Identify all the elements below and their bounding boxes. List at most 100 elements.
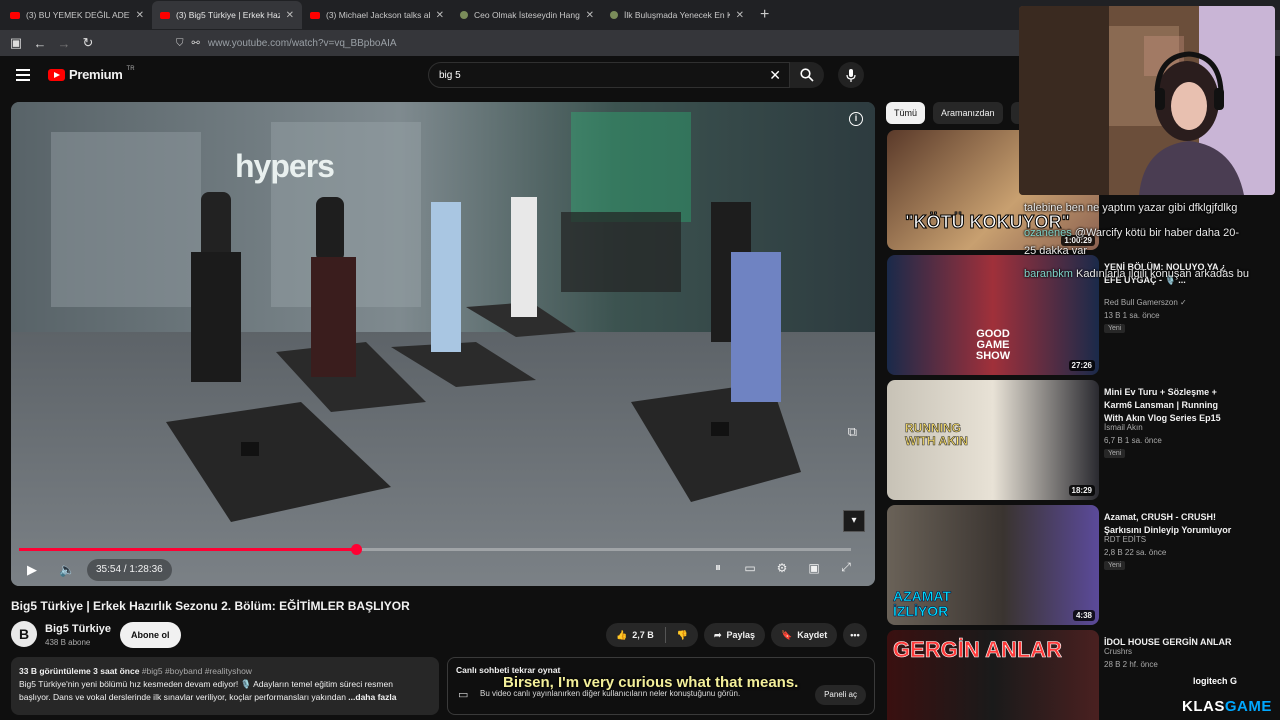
divider <box>664 627 666 643</box>
recommendation-item[interactable]: AZAMAT İZLİYOR 4:38 Azamat, CRUSH - CRUS… <box>887 505 1277 625</box>
video-meta: 28 B 2 hf. önce <box>1104 660 1158 669</box>
chat-text: 25 dakka var <box>1024 245 1087 257</box>
video-thumbnail[interactable]: AZAMAT İZLİYOR 4:38 <box>887 505 1099 625</box>
video-meta: 6,7 B 1 sa. önce <box>1104 436 1162 445</box>
tab-label: Ceo Olmak İsteseydin Hangi Dü <box>474 10 580 20</box>
browser-tab[interactable]: Ceo Olmak İsteseydin Hangi Dü ✕ <box>452 1 602 29</box>
progress-scrubber[interactable] <box>350 544 362 555</box>
url-text: www.youtube.com/watch?v=vq_BBpboAIA <box>207 37 397 49</box>
chat-username: baranbkm <box>1024 268 1073 280</box>
channel-name[interactable]: İsmail Akın <box>1104 423 1143 432</box>
tab-label: İlk Buluşmada Yenecek En Kötü <box>624 10 730 20</box>
subscribe-button[interactable]: Abone ol <box>120 622 181 648</box>
chat-username: ozanenes <box>1024 227 1072 239</box>
fullscreen-icon[interactable]: ⤢ <box>837 560 855 575</box>
browser-tab[interactable]: (3) BU YEMEK DEĞİL ADETA ŞÖ ✕ <box>2 1 152 29</box>
chat-text: Kadınlarla ilgili konuşan arkadas bu <box>1075 268 1250 280</box>
chip-from-search[interactable]: Aramanızdan <box>933 102 1003 124</box>
brand-part: GAME <box>1224 698 1272 715</box>
autoplay-toggle-icon[interactable]: ⏸ <box>709 560 727 575</box>
like-icon[interactable]: 👍 <box>616 630 627 641</box>
like-count[interactable]: 2,7 B <box>632 630 654 640</box>
share-button[interactable]: ➦ Paylaş <box>703 623 766 647</box>
thumbnail-text: RUNNING WITH AKIN <box>905 421 968 448</box>
duration-badge: 4:38 <box>1072 610 1095 621</box>
description-box[interactable]: 33 B görüntüleme 3 saat önce #big5 #boyb… <box>11 657 439 715</box>
new-badge: Yeni <box>1104 449 1126 458</box>
new-tab-button[interactable]: + <box>760 6 769 24</box>
globe-icon <box>460 11 468 19</box>
save-label: Kaydet <box>797 630 828 640</box>
channel-name[interactable]: Big5 Türkiye <box>45 623 111 635</box>
play-icon[interactable]: ▶ <box>27 562 37 578</box>
forward-icon[interactable]: → <box>52 36 76 51</box>
clear-icon[interactable]: ✕ <box>769 67 781 84</box>
like-dislike-group: 👍 2,7 B 👎 <box>606 623 698 647</box>
tab-label: (3) Big5 Türkiye | Erkek Hazırlık <box>176 10 280 20</box>
video-meta: 2,8 B 22 sa. önce <box>1104 548 1167 557</box>
workspace-icon[interactable]: ▣ <box>4 35 28 51</box>
new-badge: Yeni <box>1104 324 1126 333</box>
channel-avatar[interactable]: B <box>11 621 37 647</box>
close-icon[interactable]: ✕ <box>436 10 444 21</box>
youtube-logo[interactable]: Premium TR <box>48 65 135 82</box>
browser-tab[interactable]: (3) Michael Jackson talks about ✕ <box>302 1 452 29</box>
close-icon[interactable]: ✕ <box>286 10 294 21</box>
miniplayer-icon[interactable]: ⧉ <box>848 424 857 440</box>
streamer-webcam <box>1019 6 1275 195</box>
progress-bar[interactable] <box>19 544 851 555</box>
logo-text: Premium <box>69 67 123 82</box>
tab-label: (3) BU YEMEK DEĞİL ADETA ŞÖ <box>26 10 130 20</box>
channel-name[interactable]: Red Bull Gamerszon ✓ <box>1104 298 1187 307</box>
youtube-play-icon <box>48 68 65 81</box>
chip-all[interactable]: Tümü <box>886 102 926 124</box>
save-button[interactable]: 🔖 Kaydet <box>771 623 838 647</box>
browser-tab[interactable]: İlk Buluşmada Yenecek En Kötü ✕ <box>602 1 752 29</box>
video-title[interactable]: Mini Ev Turu + Sözleşme + Karm6 Lansman … <box>1104 386 1234 425</box>
reload-icon[interactable]: ↻ <box>76 35 100 51</box>
search-button[interactable] <box>790 62 824 88</box>
video-thumbnail[interactable]: GERGİN ANLAR <box>887 630 1099 720</box>
duration-badge: 27:26 <box>1068 360 1095 371</box>
address-bar[interactable]: ⛉ ⚯ www.youtube.com/watch?v=vq_BBpboAIA <box>176 33 1016 53</box>
video-thumbnail[interactable]: RUNNING WITH AKIN 18:29 <box>887 380 1099 500</box>
theater-mode-icon[interactable]: ▣ <box>805 561 823 575</box>
microphone-icon <box>846 68 856 82</box>
close-icon[interactable]: ✕ <box>736 10 744 21</box>
back-icon[interactable]: ← <box>28 36 52 51</box>
search-input[interactable]: big 5 ✕ <box>428 62 790 88</box>
subscriber-count: 438 B abone <box>45 638 91 647</box>
youtube-icon <box>160 11 170 19</box>
region-code: TR <box>126 65 135 72</box>
chat-text: talebine ben ne yaptım yazar gibi dfklgj… <box>1024 202 1238 214</box>
video-player[interactable]: hypers i ⧉ ▾ ▶ 🔈 35:54 / 1:28:36 ⏸ ▭ ⚙ ▣… <box>11 102 875 586</box>
info-icon[interactable]: i <box>849 112 863 126</box>
dislike-icon[interactable]: 👎 <box>677 630 688 641</box>
more-actions-button[interactable]: ••• <box>843 623 867 647</box>
video-title[interactable]: Azamat, CRUSH - CRUSH! Şarkısını Dinleyi… <box>1104 511 1234 537</box>
recommendation-item[interactable]: RUNNING WITH AKIN 18:29 Mini Ev Turu + S… <box>887 380 1277 500</box>
browser-tab-active[interactable]: (3) Big5 Türkiye | Erkek Hazırlık ✕ <box>152 1 302 29</box>
player-right-controls: ⏸ ▭ ⚙ ▣ ⤢ <box>709 560 855 575</box>
subtitles-icon[interactable]: ▭ <box>741 561 759 575</box>
open-panel-button[interactable]: Paneli aç <box>815 685 866 705</box>
close-icon[interactable]: ✕ <box>586 10 594 21</box>
thumbnail-text: AZAMAT İZLİYOR <box>893 588 952 619</box>
voice-search-button[interactable] <box>838 62 864 88</box>
volume-icon[interactable]: 🔈 <box>59 562 75 578</box>
video-meta: 13 B 1 sa. önce <box>1104 311 1160 320</box>
channel-name[interactable]: RDT EDİTS <box>1104 535 1146 544</box>
more-icon: ••• <box>850 630 860 640</box>
description-line: Big5 Türkiye'nin yeni bölümü hız kesmede… <box>19 679 393 689</box>
close-icon[interactable]: ✕ <box>136 10 144 21</box>
shield-icon[interactable]: ⛉ <box>176 38 184 49</box>
tune-icon[interactable]: ⚯ <box>192 38 200 49</box>
settings-icon[interactable]: ⚙ <box>773 561 791 575</box>
channel-name[interactable]: Crushrs <box>1104 647 1132 656</box>
share-label: Paylaş <box>726 630 756 640</box>
show-more-link[interactable]: ...daha fazla <box>348 692 396 702</box>
channel-watermark[interactable]: ▾ <box>843 510 865 532</box>
menu-icon[interactable] <box>16 69 30 84</box>
hashtags[interactable]: #big5 #boyband #realityshow <box>142 666 252 676</box>
description-line: başlıyor. Dans ve vokal derslerinde ilk … <box>19 692 346 702</box>
